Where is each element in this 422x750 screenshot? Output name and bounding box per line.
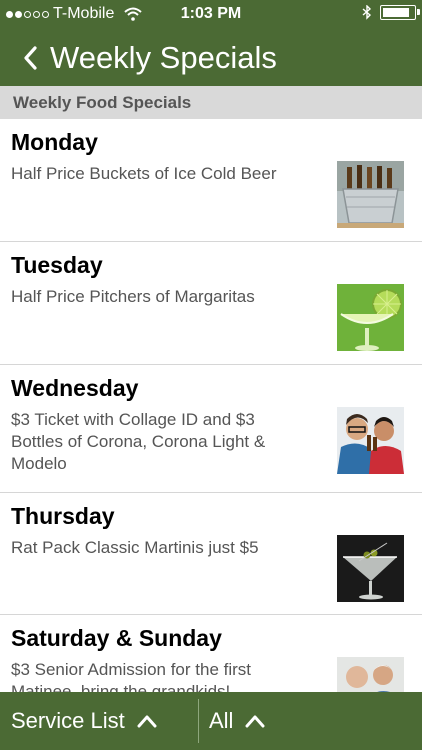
- filter-all-button[interactable]: All: [199, 692, 265, 750]
- section-header: Weekly Food Specials: [0, 86, 422, 119]
- bottom-toolbar: Service List All: [0, 692, 422, 750]
- special-description: Half Price Pitchers of Margaritas: [11, 287, 255, 306]
- nav-bar: Weekly Specials: [0, 30, 422, 86]
- special-row-tuesday[interactable]: Tuesday Half Price Pitchers of Margarita…: [0, 242, 422, 365]
- top-bar: T-Mobile 1:03 PM Weekly Specials: [0, 0, 422, 86]
- special-day: Thursday: [11, 503, 115, 529]
- special-row-thursday[interactable]: Thursday Rat Pack Classic Martinis just …: [0, 493, 422, 615]
- martini-image: [337, 535, 404, 602]
- status-time: 1:03 PM: [180, 5, 242, 22]
- special-row-wednesday[interactable]: Wednesday $3 Ticket with Collage ID and …: [0, 365, 422, 493]
- special-description: Rat Pack Classic Martinis just $5: [11, 538, 259, 557]
- special-day: Saturday & Sunday: [11, 625, 222, 651]
- margarita-image: [337, 284, 404, 351]
- battery-icon: [380, 5, 420, 20]
- filter-label: All: [209, 708, 234, 733]
- specials-list: Monday Half Price Buckets of Ice Cold Be…: [0, 119, 422, 750]
- special-day: Tuesday: [11, 252, 103, 278]
- status-right: [362, 5, 420, 20]
- special-day: Monday: [11, 129, 98, 155]
- status-bar: T-Mobile 1:03 PM: [0, 0, 422, 30]
- page-title: Weekly Specials: [50, 40, 277, 75]
- beer-bucket-image: [337, 161, 404, 228]
- special-description: Half Price Buckets of Ice Cold Beer: [11, 164, 277, 183]
- friends-beer-image: [337, 407, 404, 474]
- bluetooth-icon: [362, 5, 372, 20]
- special-day: Wednesday: [11, 375, 139, 401]
- special-row-monday[interactable]: Monday Half Price Buckets of Ice Cold Be…: [0, 119, 422, 242]
- special-description: $3 Ticket with Collage ID and $3 Bottles…: [11, 410, 266, 473]
- chevron-left-icon: [24, 46, 37, 70]
- chevron-up-icon: [245, 715, 265, 728]
- app-screen: T-Mobile 1:03 PM Weekly Specials Weekly …: [0, 0, 422, 750]
- chevron-up-icon: [137, 715, 157, 728]
- battery-fill: [383, 8, 409, 17]
- service-list-label: Service List: [11, 708, 125, 733]
- back-button[interactable]: [6, 34, 54, 82]
- service-list-button[interactable]: Service List: [0, 692, 198, 750]
